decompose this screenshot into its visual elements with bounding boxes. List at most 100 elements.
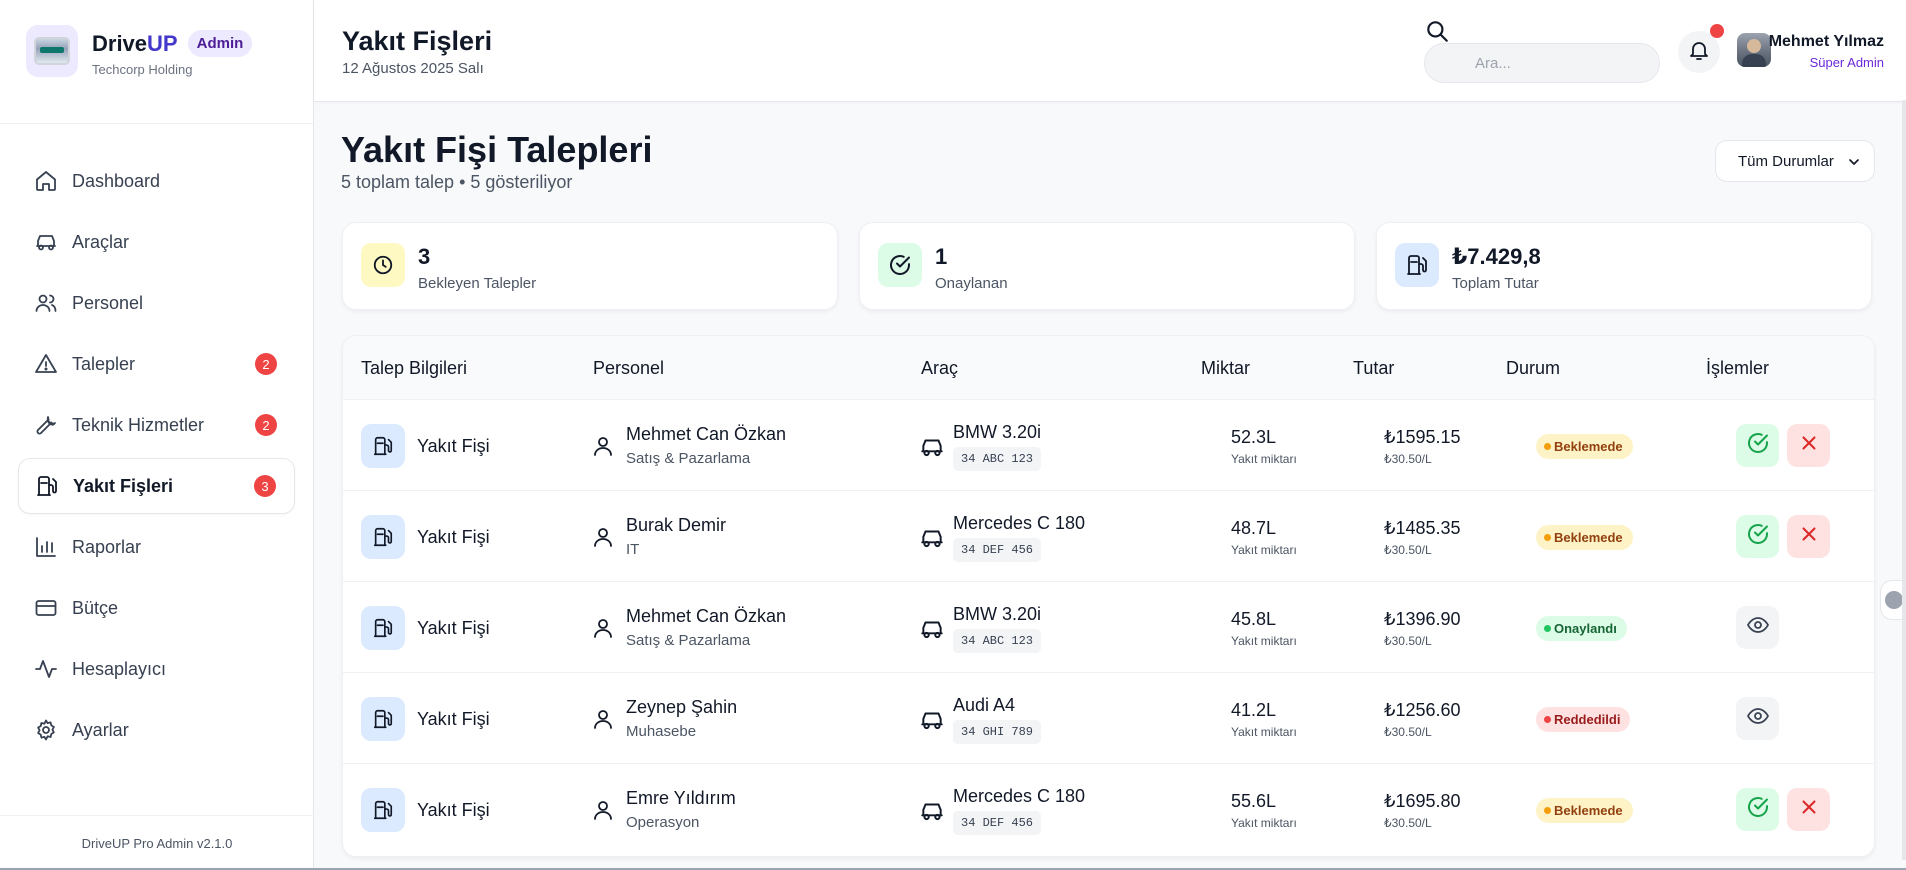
car-icon (919, 707, 945, 738)
close-icon (1798, 523, 1820, 550)
reject-button[interactable] (1787, 515, 1830, 558)
approve-button[interactable] (1736, 424, 1779, 467)
reject-button[interactable] (1787, 788, 1830, 831)
search-icon[interactable] (1424, 18, 1450, 44)
table-row: Yakıt Fişi Burak Demir IT Mercedes C 180 34 … (343, 491, 1874, 582)
avatar[interactable] (1737, 33, 1771, 67)
user-role: Süper Admin (1809, 55, 1884, 70)
fuel-icon (361, 606, 405, 650)
car-icon (919, 616, 945, 647)
unit-price: ₺30.50/L (1384, 452, 1432, 466)
fuel-amount: 52.3L (1231, 427, 1277, 447)
gear-icon (34, 718, 58, 742)
scrollbar[interactable] (1902, 100, 1906, 860)
sidebar-item-reports[interactable]: Raporlar (18, 519, 295, 575)
stat-label: Bekleyen Talepler (418, 275, 537, 292)
sidebar-nav: Dashboard Araçlar Personel Talepler 2 Te… (0, 124, 313, 758)
chevron-down-icon (1846, 154, 1862, 174)
check-circle-icon (1746, 431, 1770, 460)
clock-icon (361, 243, 405, 287)
page-title: Yakıt Fişi Talepleri (341, 129, 653, 170)
search-input[interactable] (1424, 43, 1660, 83)
person-department: Muhasebe (626, 723, 697, 740)
eye-icon (1746, 704, 1770, 733)
person-department: IT (626, 541, 640, 558)
column-header: Personel (593, 358, 665, 378)
brand: DriveUP Admin Techcorp Holding (0, 0, 313, 124)
user-name[interactable]: Mehmet Yılmaz (1769, 33, 1884, 51)
total-price: ₺1485.35 (1384, 518, 1461, 538)
alert-triangle-icon (34, 352, 58, 376)
column-header: Talep Bilgileri (361, 358, 468, 378)
user-icon (591, 525, 615, 554)
sidebar-item-label: Dashboard (72, 170, 161, 191)
approve-button[interactable] (1736, 515, 1779, 558)
activity-icon (34, 657, 58, 681)
home-icon (34, 169, 58, 193)
status-badge: Beklemede (1536, 798, 1633, 823)
sidebar: DriveUP Admin Techcorp Holding Dashboard… (0, 0, 314, 870)
sidebar-item-requests[interactable]: Talepler 2 (18, 336, 295, 392)
sidebar-item-label: Raporlar (72, 536, 142, 557)
unit-price: ₺30.50/L (1384, 543, 1432, 557)
sidebar-item-settings[interactable]: Ayarlar (18, 702, 295, 758)
bell-icon (1687, 38, 1711, 67)
current-date: 12 Ağustos 2025 Salı (342, 60, 484, 77)
notification-badge: 2 (255, 414, 277, 436)
sidebar-item-personnel[interactable]: Personel (18, 275, 295, 331)
fuel-amount-label: Yakıt miktarı (1231, 634, 1297, 648)
status-filter-select[interactable]: Tüm Durumlar (1715, 140, 1875, 182)
column-header: Miktar (1201, 358, 1250, 378)
approve-button[interactable] (1736, 788, 1779, 831)
column-header: Tutar (1353, 358, 1395, 378)
car-model: BMW 3.20i (953, 604, 1042, 624)
top-header: Yakıt Fişleri 12 Ağustos 2025 Salı Mehme… (314, 0, 1906, 102)
car-icon (919, 525, 945, 556)
brand-logo[interactable] (26, 25, 78, 77)
license-plate: 34 GHI 789 (953, 720, 1042, 744)
table-row: Yakıt Fişi Zeynep Şahin Muhasebe Audi A4 34 … (343, 673, 1874, 764)
request-type: Yakıt Fişi (417, 618, 490, 638)
user-icon (591, 434, 615, 463)
license-plate: 34 ABC 123 (953, 629, 1042, 653)
wrench-icon (34, 413, 58, 437)
sidebar-item-fuel-receipts[interactable]: Yakıt Fişleri 3 (18, 458, 295, 514)
status-badge: Beklemede (1536, 525, 1633, 550)
table-header: Talep Bilgileri Personel Araç Miktar Tut… (343, 336, 1874, 400)
view-button[interactable] (1736, 606, 1779, 649)
fuel-amount-label: Yakıt miktarı (1231, 543, 1297, 557)
table-row: Yakıt Fişi Mehmet Can Özkan Satış & Pazarl… (343, 400, 1874, 491)
stat-value: 1 (935, 244, 948, 269)
total-price: ₺1396.90 (1384, 609, 1461, 629)
status-badge: Beklemede (1536, 434, 1633, 459)
credit-card-icon (34, 596, 58, 620)
sidebar-item-technical-services[interactable]: Teknik Hizmetler 2 (18, 397, 295, 453)
stat-label: Toplam Tutar (1452, 275, 1539, 292)
request-type: Yakıt Fişi (417, 800, 490, 820)
status-badge: Onaylandı (1536, 616, 1627, 641)
person-department: Satış & Pazarlama (626, 632, 751, 649)
unit-price: ₺30.50/L (1384, 816, 1432, 830)
unit-price: ₺30.50/L (1384, 725, 1432, 739)
fuel-amount: 55.6L (1231, 791, 1277, 811)
reject-button[interactable] (1787, 424, 1830, 467)
fuel-icon (35, 474, 59, 498)
sidebar-item-dashboard[interactable]: Dashboard (18, 153, 295, 209)
close-icon (1798, 432, 1820, 459)
stat-value: 3 (418, 244, 431, 269)
sidebar-item-budget[interactable]: Bütçe (18, 580, 295, 636)
license-plate: 34 DEF 456 (953, 538, 1042, 562)
admin-badge: Admin (187, 30, 253, 57)
page-subtitle: 5 toplam talep • 5 gösteriliyor (341, 172, 573, 192)
car-model: Audi A4 (953, 695, 1016, 715)
check-circle-icon (1746, 795, 1770, 824)
brand-name: DriveUP (92, 30, 178, 56)
total-price: ₺1695.80 (1384, 791, 1461, 811)
stat-card-approved: 1 Onaylanan (859, 222, 1355, 310)
sidebar-item-vehicles[interactable]: Araçlar (18, 214, 295, 270)
sidebar-item-calculator[interactable]: Hesaplayıcı (18, 641, 295, 697)
sidebar-item-label: Talepler (72, 353, 136, 374)
view-button[interactable] (1736, 697, 1779, 740)
stat-card-pending: 3 Bekleyen Talepler (342, 222, 838, 310)
notification-dot (1710, 24, 1724, 38)
